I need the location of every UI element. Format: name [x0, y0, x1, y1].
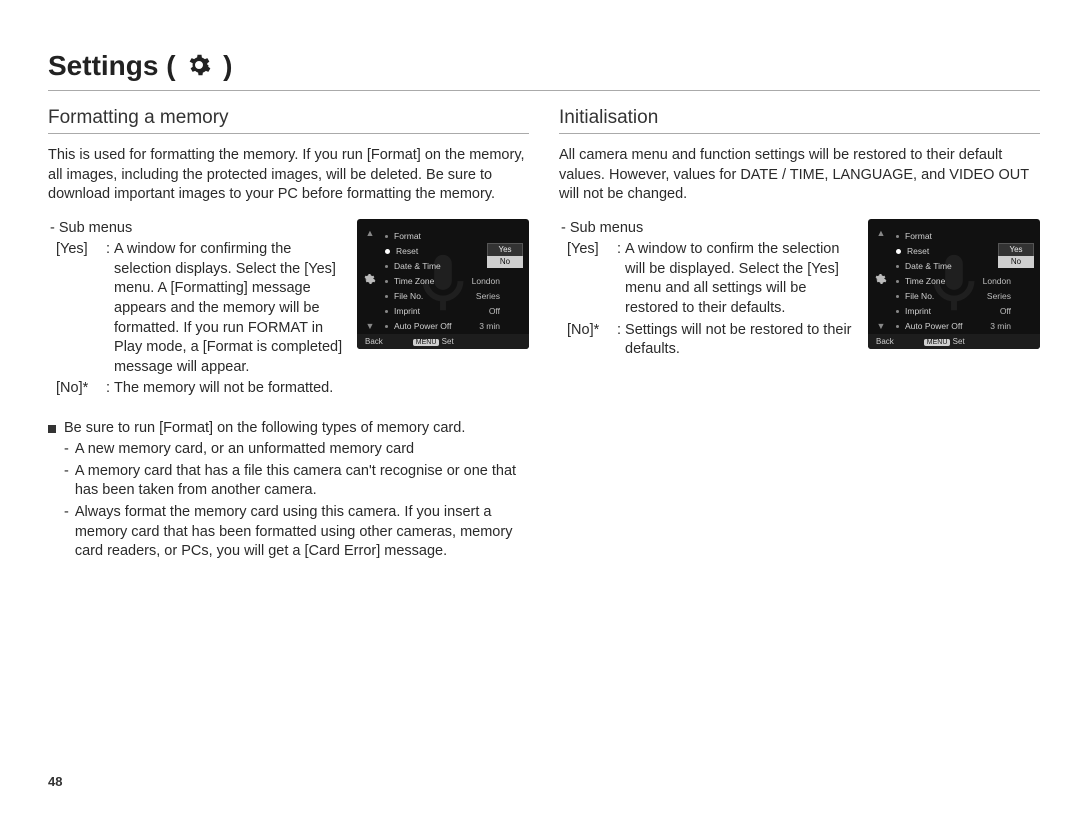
shot-row: Format [896, 229, 1034, 244]
shot-row: ImprintOff [385, 304, 523, 319]
left-yes-key: [Yes] [56, 240, 106, 377]
shot-row: File No.Series [896, 289, 1034, 304]
left-intro: This is used for formatting the memory. … [48, 146, 529, 205]
shot-set: Set [953, 337, 965, 346]
left-notes: Be sure to run [Format] on the following… [48, 419, 529, 562]
right-sub-text: - Sub menus [Yes] : A window to confirm … [559, 219, 856, 362]
right-yes-key: [Yes] [567, 240, 617, 318]
camera-screenshot-format: ▲ ▼ Format Reset Date & Time Time ZoneLo… [357, 219, 529, 349]
menu-button-icon: MENU [413, 339, 440, 346]
colon: : [617, 240, 625, 318]
popup-yes: Yes [487, 243, 523, 256]
chevron-down-icon: ▼ [366, 322, 375, 331]
note-lead: Be sure to run [Format] on the following… [48, 419, 529, 439]
left-no-desc: The memory will not be formatted. [114, 379, 345, 399]
left-sub-label: - Sub menus [50, 219, 345, 239]
shot-row: Auto Power Off3 min [385, 319, 523, 334]
colon: : [617, 321, 625, 360]
popup-no: No [487, 256, 523, 268]
shot-bottom-bar: Back MENU Set [357, 334, 529, 349]
left-option-yes: [Yes] : A window for confirming the sele… [56, 240, 345, 377]
gear-icon [364, 273, 376, 287]
right-intro: All camera menu and function settings wi… [559, 146, 1040, 205]
shot-row: Time ZoneLondon [385, 274, 523, 289]
shot-row: ImprintOff [896, 304, 1034, 319]
shot-row: Auto Power Off3 min [896, 319, 1034, 334]
left-sub-block: - Sub menus [Yes] : A window for confirm… [48, 219, 529, 401]
note-lead-text: Be sure to run [Format] on the following… [64, 419, 465, 439]
shot-bottom-bar: Back MENU Set [868, 334, 1040, 349]
shot-row: File No.Series [385, 289, 523, 304]
page-title: Settings ( ) [48, 50, 232, 84]
right-yes-desc: A window to confirm the selection will b… [625, 240, 856, 318]
popup-yes: Yes [998, 243, 1034, 256]
paren-open: ( [158, 50, 183, 81]
shot-set: Set [442, 337, 454, 346]
right-sub-block: - Sub menus [Yes] : A window to confirm … [559, 219, 1040, 362]
manual-page: Settings ( ) Formatting a memory This is… [0, 0, 1080, 815]
left-yes-desc: A window for confirming the selection di… [114, 240, 345, 377]
right-sub-label: - Sub menus [561, 219, 856, 239]
right-option-yes: [Yes] : A window to confirm the selectio… [567, 240, 856, 318]
shot-popup: Yes No [487, 243, 523, 268]
chevron-up-icon: ▲ [366, 229, 375, 238]
shot-back: Back [365, 337, 383, 346]
left-no-key: [No]* [56, 379, 106, 399]
note-item: -A memory card that has a file this came… [64, 462, 529, 501]
shot-side: ▲ ▼ [361, 229, 379, 331]
shot-row: Time ZoneLondon [896, 274, 1034, 289]
popup-no: No [998, 256, 1034, 268]
shot-side: ▲ ▼ [872, 229, 890, 331]
page-title-text: Settings [48, 50, 158, 81]
camera-screenshot-reset: ▲ ▼ Format Reset Date & Time Time ZoneLo… [868, 219, 1040, 349]
menu-button-icon: MENU [924, 339, 951, 346]
columns: Formatting a memory This is used for for… [48, 101, 1040, 564]
left-sub-text: - Sub menus [Yes] : A window for confirm… [48, 219, 345, 401]
note-item: -A new memory card, or an unformatted me… [64, 440, 529, 460]
right-option-no: [No]* : Settings will not be restored to… [567, 321, 856, 360]
gear-icon [875, 273, 887, 287]
right-no-desc: Settings will not be restored to their d… [625, 321, 856, 360]
shot-back: Back [876, 337, 894, 346]
note-item: -Always format the memory card using thi… [64, 503, 529, 562]
right-no-key: [No]* [567, 321, 617, 360]
page-number: 48 [48, 774, 62, 789]
chevron-up-icon: ▲ [877, 229, 886, 238]
page-title-row: Settings ( ) [48, 50, 1040, 91]
colon: : [106, 240, 114, 377]
chevron-down-icon: ▼ [877, 322, 886, 331]
square-bullet-icon [48, 425, 56, 433]
shot-row: Format [385, 229, 523, 244]
right-column: Initialisation All camera menu and funct… [559, 101, 1040, 564]
left-heading: Formatting a memory [48, 107, 529, 134]
gear-icon [187, 52, 211, 84]
left-column: Formatting a memory This is used for for… [48, 101, 529, 564]
left-option-no: [No]* : The memory will not be formatted… [56, 379, 345, 399]
shot-popup: Yes No [998, 243, 1034, 268]
right-heading: Initialisation [559, 107, 1040, 134]
colon: : [106, 379, 114, 399]
paren-close: ) [215, 50, 232, 81]
